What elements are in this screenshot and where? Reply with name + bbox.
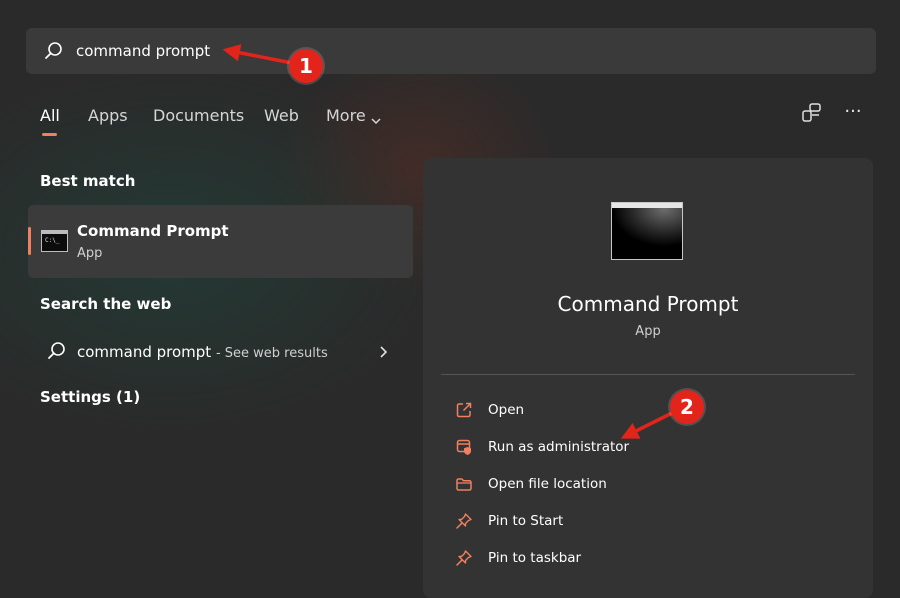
action-pin-to-taskbar-label: Pin to taskbar xyxy=(488,550,582,566)
best-match-name: Command Prompt xyxy=(77,222,229,240)
more-options-icon[interactable]: ··· xyxy=(840,100,866,126)
chevron-down-icon xyxy=(370,111,382,125)
pin-icon xyxy=(455,512,473,530)
tab-documents[interactable]: Documents xyxy=(153,106,244,125)
web-search-result[interactable]: command prompt - See web results xyxy=(28,332,413,370)
action-pin-to-start-label: Pin to Start xyxy=(488,513,564,529)
detail-app-type: App xyxy=(635,324,661,339)
selection-accent xyxy=(28,227,31,255)
command-prompt-large-icon xyxy=(611,202,683,260)
svg-text:C:\_: C:\_ xyxy=(45,237,60,244)
action-pin-to-taskbar[interactable]: Pin to taskbar xyxy=(441,541,855,575)
best-match-type: App xyxy=(77,246,103,261)
chevron-right-icon[interactable] xyxy=(378,344,388,358)
web-result-suffix: - See web results xyxy=(215,346,328,361)
active-tab-indicator xyxy=(42,133,57,136)
action-pin-to-start[interactable]: Pin to Start xyxy=(441,504,855,538)
action-open[interactable]: Open xyxy=(441,393,855,427)
annotation-callout-1: 1 xyxy=(289,49,323,83)
open-external-icon xyxy=(455,401,473,419)
share-devices-icon[interactable] xyxy=(799,100,825,126)
search-web-heading: Search the web xyxy=(40,295,172,313)
annotation-callout-2: 2 xyxy=(670,390,704,424)
web-result-text: command prompt - See web results xyxy=(77,343,328,361)
tab-all[interactable]: All xyxy=(40,106,60,125)
detail-pane: Command Prompt App Open Run as administr… xyxy=(423,158,873,598)
action-open-file-location[interactable]: Open file location xyxy=(441,467,855,501)
action-open-label: Open xyxy=(488,402,525,418)
best-match-result[interactable]: C:\_ Command Prompt App xyxy=(28,205,413,278)
tab-apps[interactable]: Apps xyxy=(88,106,128,125)
settings-heading[interactable]: Settings (1) xyxy=(40,388,140,406)
pin-icon xyxy=(455,549,473,567)
command-prompt-icon: C:\_ xyxy=(41,230,68,252)
search-input[interactable]: command prompt xyxy=(76,42,210,60)
folder-icon xyxy=(455,475,473,493)
detail-app-name: Command Prompt xyxy=(557,292,739,316)
tab-web[interactable]: Web xyxy=(264,106,299,125)
shield-admin-icon xyxy=(455,438,473,456)
search-icon xyxy=(44,41,64,61)
divider xyxy=(441,374,855,375)
tab-more[interactable]: More xyxy=(326,106,366,125)
web-result-query: command prompt xyxy=(77,343,212,361)
action-open-file-location-label: Open file location xyxy=(488,476,607,492)
best-match-heading: Best match xyxy=(40,172,136,190)
action-run-as-admin-label: Run as administrator xyxy=(488,439,630,455)
action-run-as-admin[interactable]: Run as administrator xyxy=(441,430,855,464)
search-bar[interactable]: command prompt xyxy=(26,28,876,74)
search-icon xyxy=(47,341,67,361)
